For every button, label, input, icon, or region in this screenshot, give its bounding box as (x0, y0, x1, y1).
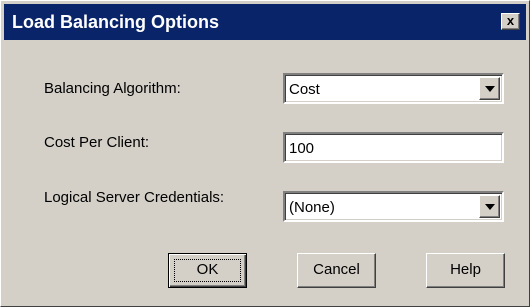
cost-per-client-label: Cost Per Client: (44, 134, 150, 151)
ok-button-label: OK (196, 261, 219, 278)
cancel-button-label: Cancel (313, 261, 360, 278)
window-title: Load Balancing Options (12, 12, 220, 32)
title-bar[interactable]: Load Balancing Options x (4, 4, 526, 40)
chevron-down-icon (485, 86, 495, 92)
logical-server-credentials-dropdown-button[interactable] (479, 195, 500, 218)
balancing-algorithm-value: Cost (289, 81, 320, 98)
balancing-algorithm-dropdown-button[interactable] (479, 77, 500, 100)
balancing-algorithm-select[interactable]: Cost (283, 73, 504, 104)
help-button-label: Help (450, 261, 481, 278)
load-balancing-dialog: Load Balancing Options x Balancing Algor… (0, 0, 530, 307)
logical-server-credentials-value: (None) (289, 199, 335, 216)
logical-server-credentials-select[interactable]: (None) (283, 191, 504, 222)
help-button[interactable]: Help (426, 253, 505, 288)
cost-per-client-value: 100 (289, 140, 315, 157)
close-icon[interactable]: x (501, 13, 520, 30)
ok-button[interactable]: OK (168, 253, 247, 288)
chevron-down-icon (485, 204, 495, 210)
balancing-algorithm-label: Balancing Algorithm: (44, 80, 181, 97)
logical-server-credentials-label: Logical Server Credentials: (44, 189, 225, 206)
cancel-button[interactable]: Cancel (297, 253, 376, 288)
cost-per-client-input[interactable]: 100 (283, 132, 504, 163)
